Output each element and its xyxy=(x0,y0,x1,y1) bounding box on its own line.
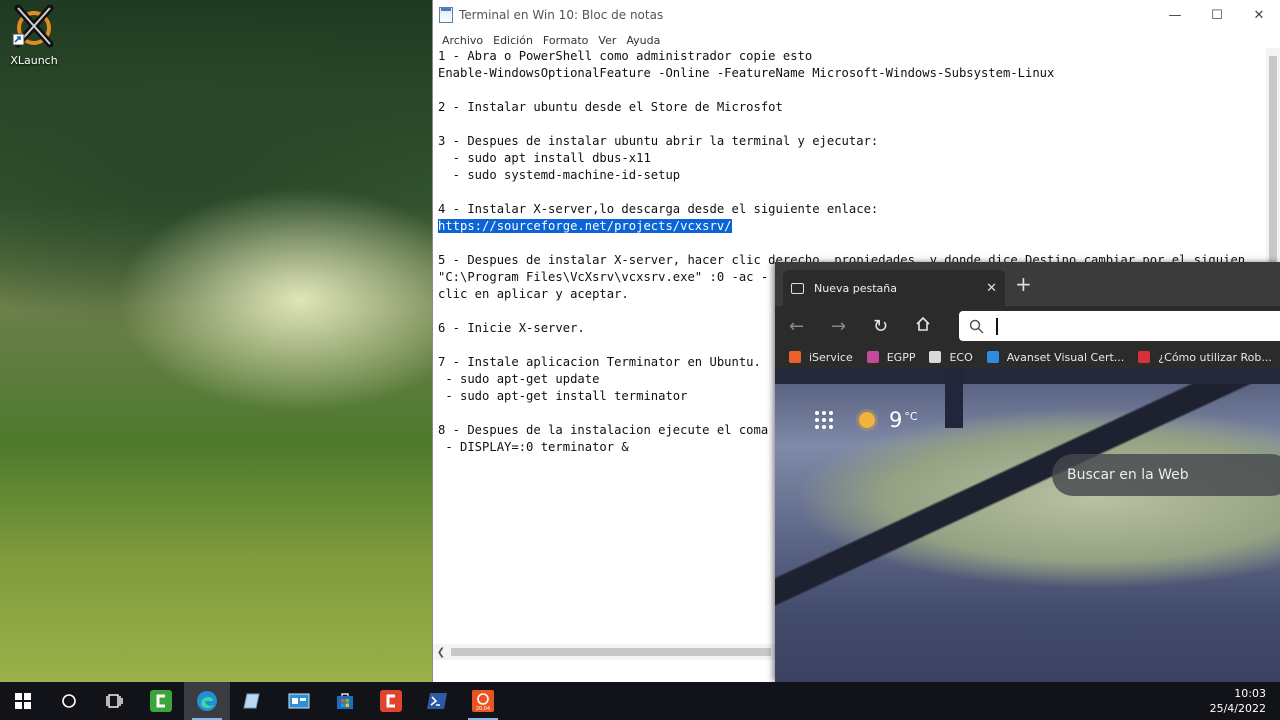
favorite-item[interactable]: ECO xyxy=(929,350,973,364)
taskbar-camtasia-red[interactable] xyxy=(368,682,414,720)
favorite-label: EGPP xyxy=(886,350,916,364)
xlaunch-label: XLaunch xyxy=(10,54,58,67)
favorite-label: Avanset Visual Cert... xyxy=(1006,350,1125,364)
weather-widget[interactable]: 9 °C xyxy=(815,408,918,432)
taskbar-camtasia-green[interactable] xyxy=(138,682,184,720)
store-icon xyxy=(337,693,353,709)
edge-toolbar: ← → ↻ xyxy=(775,306,1280,346)
new-tab-page-icon xyxy=(791,282,804,294)
clock-date: 25/4/2022 xyxy=(1209,702,1266,715)
sun-icon xyxy=(859,412,875,428)
notepad-line: 1 - Abra o PowerShell como administrador… xyxy=(438,49,813,63)
forward-icon[interactable]: → xyxy=(831,316,873,337)
apps-grid-icon[interactable] xyxy=(815,411,833,429)
taskbar-store[interactable] xyxy=(322,682,368,720)
windows-icon xyxy=(15,693,31,709)
notepad-line xyxy=(438,82,1266,99)
address-bar[interactable] xyxy=(959,311,1280,341)
edge-icon xyxy=(197,691,217,711)
xlaunch-shortcut[interactable]: XLaunch xyxy=(6,4,62,67)
favorite-site-icon xyxy=(866,351,879,363)
taskbar-settings[interactable] xyxy=(276,682,322,720)
menu-edicion[interactable]: Edición xyxy=(488,34,538,47)
notepad-line: https://sourceforge.net/projects/vcxsrv/ xyxy=(438,218,1266,235)
tab-new-tab[interactable]: Nueva pestaña ✕ xyxy=(783,270,1005,306)
favorite-item[interactable]: iService xyxy=(789,351,853,364)
favorite-label: ECO xyxy=(949,350,973,364)
notepad-app-icon xyxy=(243,693,260,709)
web-search-box[interactable]: Buscar en la Web xyxy=(1052,454,1280,496)
search-button[interactable] xyxy=(46,682,92,720)
favorite-site-icon xyxy=(1138,351,1151,363)
menu-formato[interactable]: Formato xyxy=(538,34,594,47)
notepad-line: - sudo systemd-machine-id-setup xyxy=(438,168,681,182)
refresh-icon[interactable]: ↻ xyxy=(873,316,915,337)
notepad-line: 2 - Instalar ubuntu desde el Store de Mi… xyxy=(438,100,783,114)
favorite-site-icon xyxy=(789,351,801,363)
taskbar-clock[interactable]: 10:03 25/4/2022 xyxy=(1210,686,1266,716)
ubuntu-version-label: 20.04 xyxy=(476,706,490,712)
text-caret xyxy=(996,317,998,335)
favorite-label: ¿Cómo utilizar Rob... xyxy=(1158,350,1272,364)
scroll-left-icon[interactable]: ❮ xyxy=(433,647,449,658)
notepad-line: 3 - Despues de instalar ubuntu abrir la … xyxy=(438,134,879,148)
notepad-line: Enable-WindowsOptionalFeature -Online -F… xyxy=(438,66,1055,80)
ubuntu-icon: 20.04 xyxy=(472,690,494,712)
notepad-menubar: Archivo Edición Formato Ver Ayuda xyxy=(433,30,1280,50)
edge-browser-window: Nueva pestaña ✕ + ← → ↻ iService EGPP ECO A… xyxy=(775,262,1280,682)
favorite-item[interactable]: EGPP xyxy=(866,350,916,364)
menu-ver[interactable]: Ver xyxy=(593,34,621,47)
notepad-line: 4 - Instalar X-server,lo descarga desde … xyxy=(438,202,879,216)
temperature-value: 9 xyxy=(889,408,903,432)
taskbar-edge[interactable] xyxy=(184,682,230,720)
notepad-line: - sudo apt install dbus-x11 xyxy=(438,151,651,165)
cortana-circle-icon xyxy=(62,694,76,708)
minimize-button[interactable]: — xyxy=(1154,0,1196,30)
favorite-site-icon xyxy=(929,351,942,363)
powershell-icon xyxy=(427,693,447,709)
taskbar: 20.04 10:03 25/4/2022 xyxy=(0,682,1280,720)
taskbar-notepad[interactable] xyxy=(230,682,276,720)
xlaunch-icon xyxy=(12,4,56,48)
new-tab-page: 9 °C Buscar en la Web xyxy=(775,368,1280,682)
menu-ayuda[interactable]: Ayuda xyxy=(621,34,665,47)
favorite-label: iService xyxy=(809,350,853,364)
close-tab-icon[interactable]: ✕ xyxy=(986,281,997,296)
favorite-item[interactable]: Avanset Visual Cert... xyxy=(986,350,1125,364)
new-tab-button[interactable]: + xyxy=(1015,274,1032,294)
close-button[interactable]: ✕ xyxy=(1238,0,1280,30)
notepad-line xyxy=(438,184,1266,201)
temperature-unit: °C xyxy=(904,409,918,423)
favorites-bar: iService EGPP ECO Avanset Visual Cert... ¿Có… xyxy=(775,346,1280,368)
notepad-icon xyxy=(439,7,453,23)
clock-time: 10:03 xyxy=(1234,687,1266,700)
home-icon[interactable] xyxy=(915,316,957,337)
control-panel-icon xyxy=(288,693,310,709)
taskbar-powershell[interactable] xyxy=(414,682,460,720)
task-view-icon xyxy=(106,694,123,708)
taskbar-ubuntu[interactable]: 20.04 xyxy=(460,682,506,720)
favorite-site-icon xyxy=(986,351,999,363)
notepad-title: Terminal en Win 10: Bloc de notas xyxy=(459,8,664,22)
menu-archivo[interactable]: Archivo xyxy=(437,34,488,47)
search-icon xyxy=(969,319,984,334)
notepad-titlebar[interactable]: Terminal en Win 10: Bloc de notas — ☐ ✕ xyxy=(433,0,1280,30)
start-button[interactable] xyxy=(0,682,46,720)
camtasia-red-icon xyxy=(380,690,402,712)
selected-link-text: https://sourceforge.net/projects/vcxsrv/ xyxy=(438,219,732,233)
camtasia-green-icon xyxy=(150,690,172,712)
notepad-line xyxy=(438,116,1266,133)
back-icon[interactable]: ← xyxy=(789,316,831,337)
task-view-button[interactable] xyxy=(92,682,138,720)
notepad-line xyxy=(438,235,1266,252)
tab-label: Nueva pestaña xyxy=(814,281,897,295)
maximize-button[interactable]: ☐ xyxy=(1196,0,1238,30)
edge-tabbar: Nueva pestaña ✕ + xyxy=(775,262,1280,306)
favorite-item[interactable]: ¿Cómo utilizar Rob... xyxy=(1138,351,1272,364)
